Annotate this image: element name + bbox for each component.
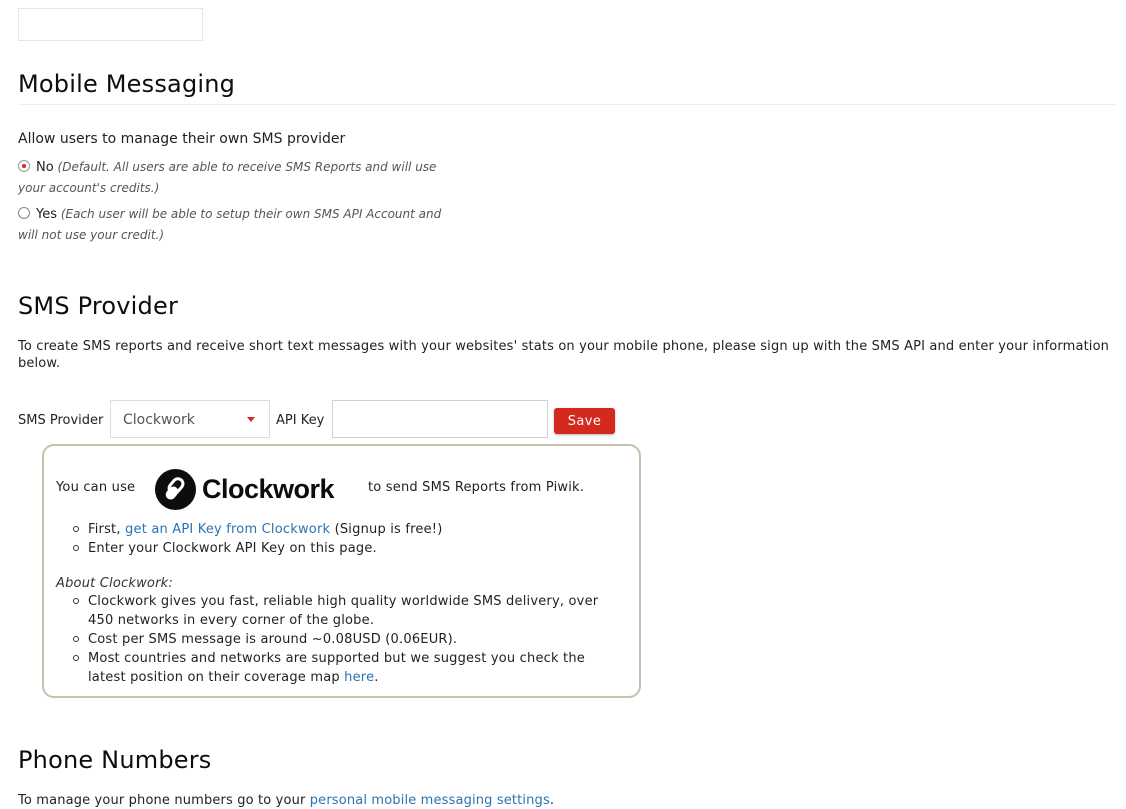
about3-prefix: Most countries and networks are supporte… (88, 651, 585, 685)
get-api-key-link[interactable]: get an API Key from Clockwork (125, 522, 330, 537)
radio-option-no[interactable]: No (Default. All users are able to recei… (18, 157, 458, 198)
step-item-1: First, get an API Key from Clockwork (Si… (72, 520, 622, 539)
step-item-2: Enter your Clockwork API Key on this pag… (72, 539, 622, 558)
about-item-3: Most countries and networks are supporte… (72, 649, 620, 687)
save-button[interactable]: Save (554, 408, 615, 434)
sms-provider-title: SMS Provider (18, 292, 179, 320)
radio-no-label: No (36, 160, 54, 175)
sms-provider-description: To create SMS reports and receive short … (18, 339, 1110, 371)
coverage-map-link[interactable]: here (344, 670, 374, 685)
about3-suffix: . (374, 670, 379, 685)
phone-numbers-prefix: To manage your phone numbers go to your (18, 793, 306, 808)
clockwork-logo-wordmark: Clockwork (202, 473, 335, 504)
dropdown-caret-icon (247, 417, 255, 422)
sms-provider-label: SMS Provider (18, 413, 104, 428)
clockwork-logo-icon (155, 468, 196, 510)
step1-suffix: (Signup is free!) (334, 522, 443, 537)
about-item-2: Cost per SMS message is around ~0.08USD … (72, 630, 620, 649)
provider-info-box: You can use Clockwork to send SMS Report… (42, 444, 641, 698)
phone-numbers-title: Phone Numbers (18, 746, 212, 774)
step1-prefix: First, (88, 522, 121, 537)
radio-yes-button[interactable] (18, 207, 30, 219)
about-title: About Clockwork: (56, 576, 173, 591)
steps-list: First, get an API Key from Clockwork (Si… (72, 520, 622, 558)
about-list: Clockwork gives you fast, reliable high … (72, 592, 620, 687)
radio-yes-label: Yes (36, 207, 57, 222)
phone-numbers-text: To manage your phone numbers go to your … (18, 792, 1118, 809)
radio-no-button[interactable] (18, 160, 30, 172)
radio-yes-description: (Each user will be able to setup their o… (18, 207, 442, 242)
sms-provider-select[interactable]: Clockwork (110, 400, 270, 438)
api-key-label: API Key (276, 413, 325, 428)
about-item-1: Clockwork gives you fast, reliable high … (72, 592, 620, 630)
manage-provider-question: Allow users to manage their own SMS prov… (18, 131, 346, 147)
mobile-messaging-title: Mobile Messaging (18, 70, 236, 98)
top-input-box[interactable] (18, 8, 203, 41)
clockwork-logo: Clockwork (155, 468, 335, 510)
radio-no-description: (Default. All users are able to receive … (18, 160, 437, 195)
phone-numbers-suffix: . (549, 793, 555, 808)
sms-provider-selected-value: Clockwork (123, 412, 195, 428)
radio-option-yes[interactable]: Yes (Each user will be able to setup the… (18, 204, 458, 245)
api-key-input[interactable] (332, 400, 548, 438)
personal-settings-link[interactable]: personal mobile messaging settings (310, 793, 550, 808)
you-can-use-text: You can use (56, 480, 136, 495)
section-divider (18, 104, 1116, 105)
send-reports-text: to send SMS Reports from Piwik. (368, 480, 585, 495)
